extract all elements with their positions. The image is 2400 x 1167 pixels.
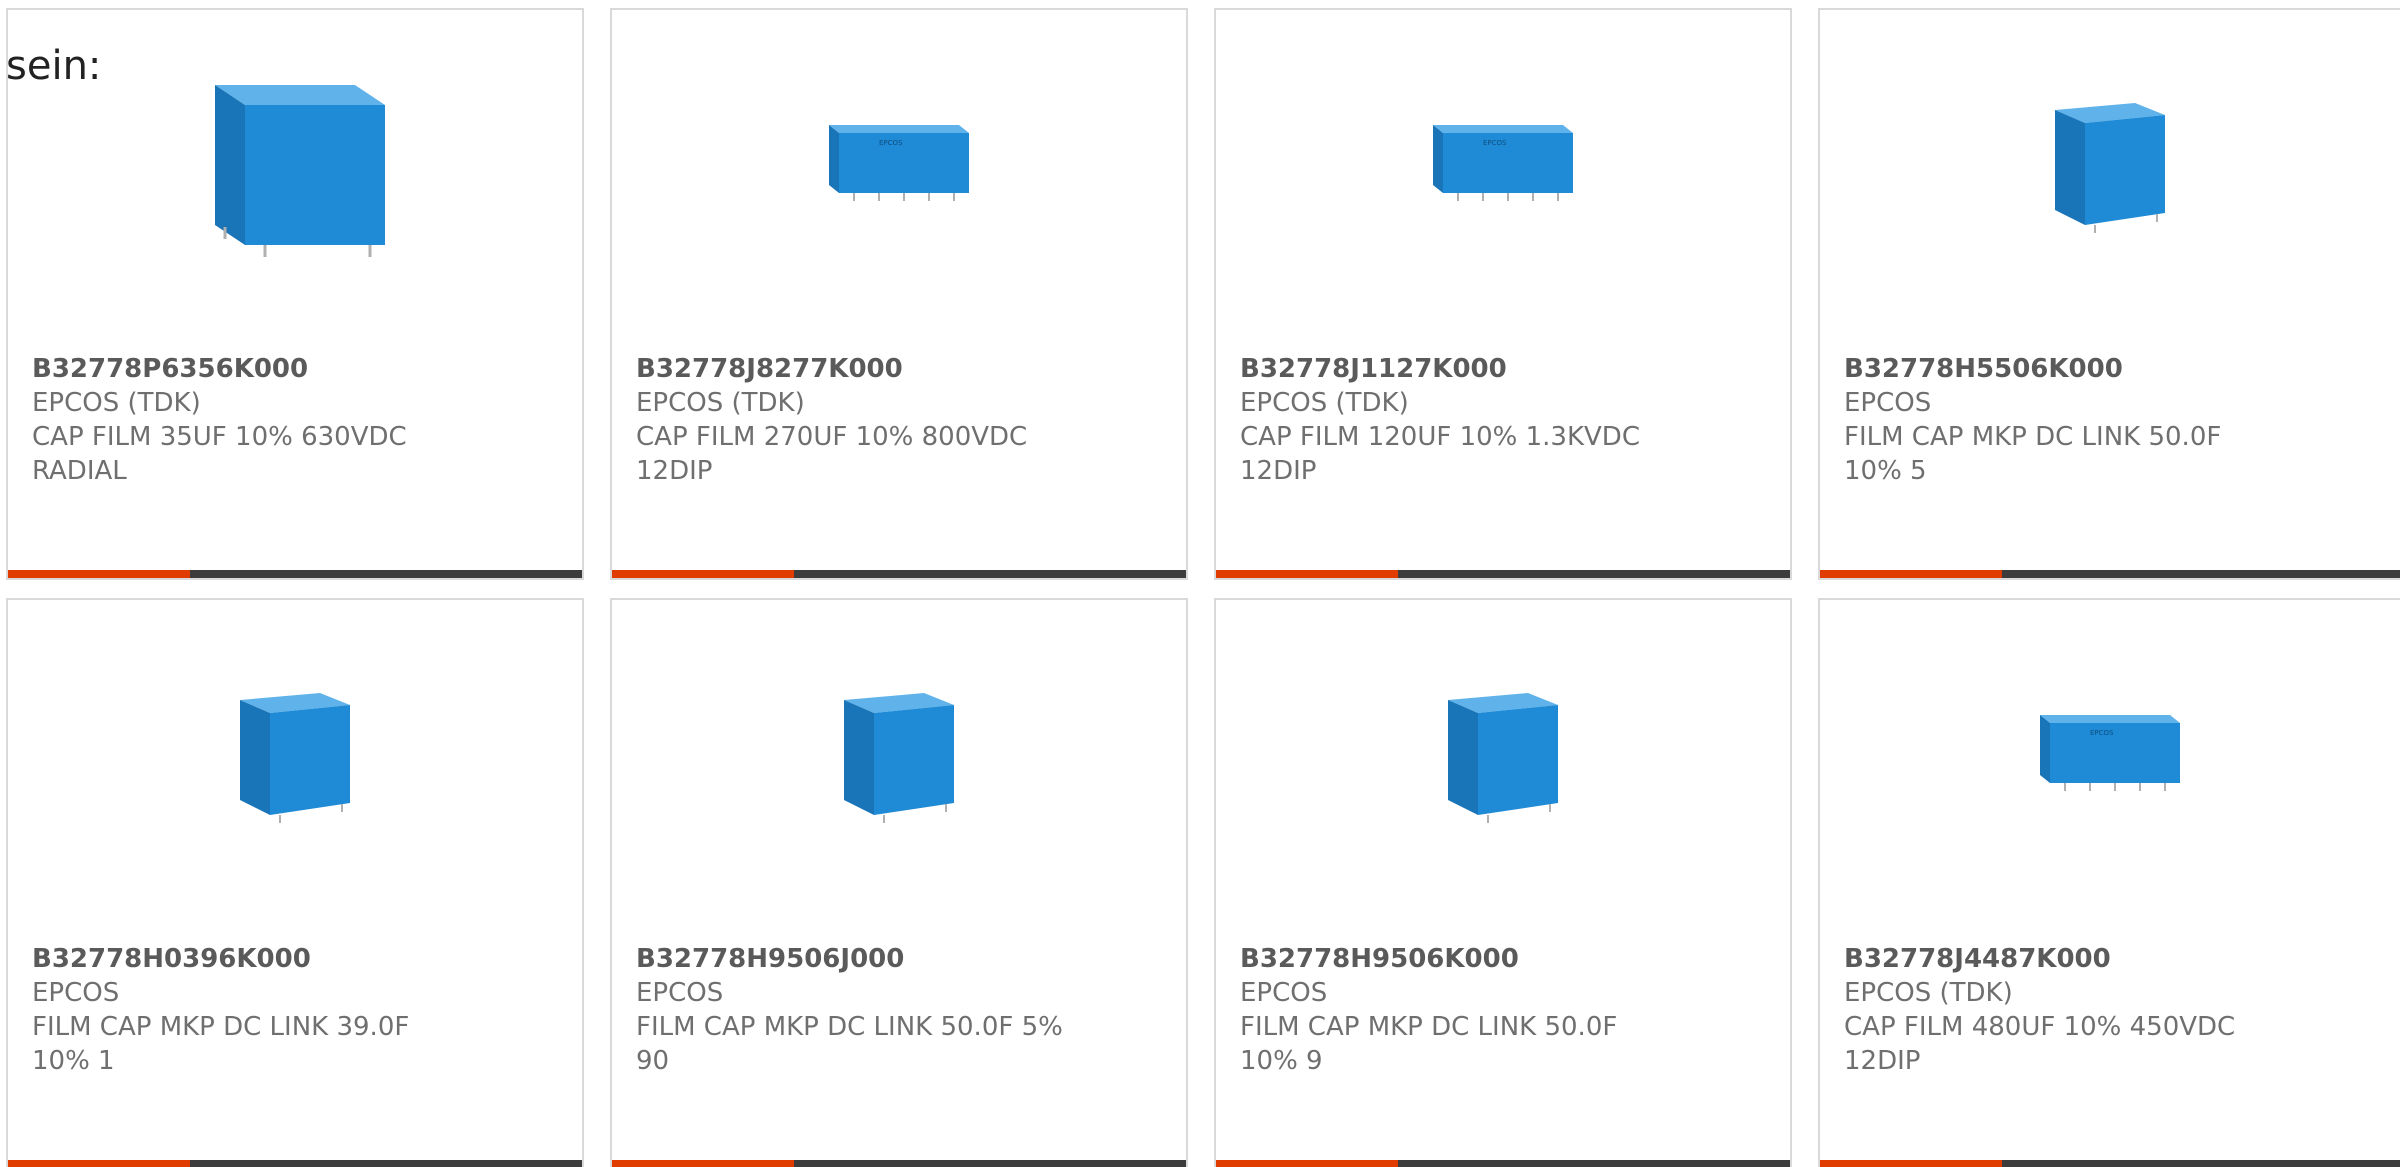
description-line: RADIAL — [32, 456, 127, 486]
capacitor-wide-icon: EPCOS — [829, 125, 969, 201]
card-footer-bar — [8, 570, 582, 578]
manufacturer: EPCOS (TDK) — [1844, 978, 2013, 1008]
product-image — [1216, 600, 1790, 900]
product-card[interactable]: B32778H0396K000 EPCOS FILM CAP MKP DC LI… — [6, 598, 584, 1167]
card-footer-bar — [8, 1160, 582, 1167]
product-image — [8, 600, 582, 900]
product-image: EPCOS — [1820, 600, 2400, 900]
manufacturer: EPCOS — [1844, 388, 1932, 418]
product-card[interactable]: B32778H9506K000 EPCOS FILM CAP MKP DC LI… — [1214, 598, 1792, 1167]
svg-text:EPCOS: EPCOS — [1483, 139, 1507, 147]
card-footer-bar — [1820, 570, 2400, 578]
description-line: 10% 5 — [1844, 456, 1927, 486]
svg-text:EPCOS: EPCOS — [879, 139, 903, 147]
capacitor-wide-icon: EPCOS — [2040, 715, 2180, 791]
product-card[interactable]: B32778H5506K000 EPCOS FILM CAP MKP DC LI… — [1818, 8, 2400, 580]
description-line: 90 — [636, 1046, 670, 1076]
product-image: EPCOS — [612, 10, 1186, 310]
capacitor-large-icon — [215, 85, 385, 257]
manufacturer: EPCOS — [636, 978, 724, 1008]
capacitor-cube-icon — [2055, 103, 2165, 233]
card-accent-bar — [1216, 570, 1398, 578]
manufacturer: EPCOS — [1240, 978, 1328, 1008]
product-image: EPCOS — [1216, 10, 1790, 310]
card-accent-bar — [8, 570, 190, 578]
part-number[interactable]: B32778H5506K000 — [1844, 352, 2376, 386]
card-footer-bar — [1820, 1160, 2400, 1167]
description-line: 12DIP — [1844, 1046, 1921, 1076]
description-line: CAP FILM 120UF 10% 1.3KVDC — [1240, 422, 1640, 452]
description-line: CAP FILM 480UF 10% 450VDC — [1844, 1012, 2236, 1042]
description-line: CAP FILM 35UF 10% 630VDC — [32, 422, 407, 452]
manufacturer: EPCOS (TDK) — [1240, 388, 1409, 418]
part-number[interactable]: B32778H9506J000 — [636, 942, 1162, 976]
svg-text:EPCOS: EPCOS — [2090, 729, 2114, 737]
product-card[interactable]: EPCOS B32778J1127K000 EPCOS (TDK) CAP FI… — [1214, 8, 1792, 580]
product-card[interactable]: B32778P6356K000 EPCOS (TDK) CAP FILM 35U… — [6, 8, 584, 580]
card-accent-bar — [1820, 1160, 2002, 1167]
card-footer-bar — [612, 570, 1186, 578]
intro-text: sein: — [6, 43, 102, 89]
part-number[interactable]: B32778J4487K000 — [1844, 942, 2376, 976]
capacitor-cube-icon — [1448, 693, 1558, 823]
description-line: 10% 1 — [32, 1046, 115, 1076]
manufacturer: EPCOS (TDK) — [32, 388, 201, 418]
product-card[interactable]: EPCOS B32778J4487K000 EPCOS (TDK) CAP FI… — [1818, 598, 2400, 1167]
part-number[interactable]: B32778P6356K000 — [32, 352, 558, 386]
manufacturer: EPCOS — [32, 978, 120, 1008]
capacitor-wide-icon: EPCOS — [1433, 125, 1573, 201]
product-card[interactable]: B32778H9506J000 EPCOS FILM CAP MKP DC LI… — [610, 598, 1188, 1167]
description-line: FILM CAP MKP DC LINK 39.0F — [32, 1012, 410, 1042]
card-accent-bar — [1216, 1160, 1398, 1167]
card-footer-bar — [1216, 570, 1790, 578]
card-accent-bar — [8, 1160, 190, 1167]
description-line: CAP FILM 270UF 10% 800VDC — [636, 422, 1028, 452]
description-line: 12DIP — [636, 456, 713, 486]
part-number[interactable]: B32778J8277K000 — [636, 352, 1162, 386]
card-accent-bar — [612, 1160, 794, 1167]
part-number[interactable]: B32778H9506K000 — [1240, 942, 1766, 976]
product-image — [612, 600, 1186, 900]
description-line: FILM CAP MKP DC LINK 50.0F — [1240, 1012, 1618, 1042]
card-footer-bar — [1216, 1160, 1790, 1167]
description-line: FILM CAP MKP DC LINK 50.0F 5% — [636, 1012, 1063, 1042]
description-line: 12DIP — [1240, 456, 1317, 486]
description-line: FILM CAP MKP DC LINK 50.0F — [1844, 422, 2222, 452]
description-line: 10% 9 — [1240, 1046, 1323, 1076]
card-accent-bar — [1820, 570, 2002, 578]
product-card[interactable]: EPCOS B32778J8277K000 EPCOS (TDK) CAP FI… — [610, 8, 1188, 580]
capacitor-cube-icon — [240, 693, 350, 823]
manufacturer: EPCOS (TDK) — [636, 388, 805, 418]
part-number[interactable]: B32778H0396K000 — [32, 942, 558, 976]
card-accent-bar — [612, 570, 794, 578]
card-footer-bar — [612, 1160, 1186, 1167]
product-grid: B32778P6356K000 EPCOS (TDK) CAP FILM 35U… — [0, 0, 2400, 1167]
part-number[interactable]: B32778J1127K000 — [1240, 352, 1766, 386]
capacitor-cube-icon — [844, 693, 954, 823]
product-image — [1820, 10, 2400, 310]
